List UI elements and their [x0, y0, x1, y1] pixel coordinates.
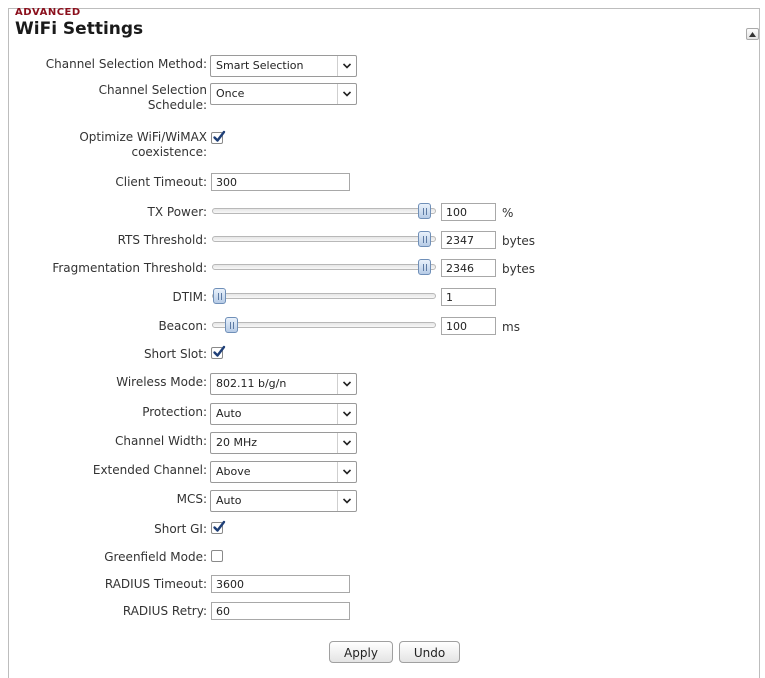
optimize-coexistence-label-line1: Optimize WiFi/WiMAX [79, 130, 207, 144]
extended-channel-value: Above [216, 465, 251, 478]
tx-power-slider-track[interactable] [212, 208, 436, 214]
chevron-down-icon [337, 433, 356, 453]
beacon-slider-thumb[interactable] [225, 317, 238, 333]
row-fragmentation-threshold: Fragmentation Threshold: bytes [0, 259, 765, 281]
row-channel-width: Channel Width: 20 MHz [0, 432, 765, 454]
row-buttons: Apply Undo [0, 641, 765, 663]
chevron-down-icon [337, 462, 356, 482]
wireless-mode-select[interactable]: 802.11 b/g/n [210, 373, 357, 395]
row-short-slot: Short Slot: [0, 345, 765, 367]
wireless-mode-label: Wireless Mode: [116, 375, 207, 389]
greenfield-mode-checkbox[interactable] [211, 550, 223, 562]
section-label: ADVANCED [15, 7, 81, 18]
chevron-down-icon [337, 491, 356, 511]
extended-channel-label: Extended Channel: [92, 463, 207, 477]
beacon-label: Beacon: [158, 319, 207, 333]
row-protection: Protection: Auto [0, 403, 765, 425]
rts-threshold-label: RTS Threshold: [117, 233, 207, 247]
undo-button[interactable]: Undo [399, 641, 460, 663]
client-timeout-input[interactable] [211, 173, 350, 191]
dtim-slider-track[interactable] [212, 293, 436, 299]
chevron-down-icon [337, 404, 356, 424]
beacon-unit: ms [502, 320, 520, 334]
radius-retry-input[interactable] [211, 602, 350, 620]
row-short-gi: Short GI: [0, 520, 765, 542]
client-timeout-label: Client Timeout: [115, 175, 207, 189]
row-dtim: DTIM: [0, 288, 765, 310]
extended-channel-select[interactable]: Above [210, 461, 357, 483]
checkmark-icon [213, 345, 226, 357]
beacon-input[interactable] [441, 317, 496, 335]
tx-power-slider-thumb[interactable] [418, 203, 431, 219]
radius-retry-label: RADIUS Retry: [122, 604, 207, 618]
row-optimize-coexistence: Optimize WiFi/WiMAX coexistence: [0, 130, 765, 164]
rts-threshold-unit: bytes [502, 234, 536, 248]
channel-selection-method-label: Channel Selection Method: [45, 57, 207, 71]
row-beacon: Beacon: ms [0, 317, 765, 339]
protection-label: Protection: [142, 405, 207, 419]
collapse-button[interactable] [746, 28, 759, 40]
collapse-up-icon [749, 31, 756, 37]
channel-selection-schedule-select[interactable]: Once [210, 83, 357, 105]
channel-width-label: Channel Width: [115, 434, 207, 448]
rts-threshold-slider-track[interactable] [212, 236, 436, 242]
fragmentation-threshold-unit: bytes [502, 262, 536, 276]
protection-value: Auto [216, 407, 242, 420]
short-gi-checkbox[interactable] [211, 520, 226, 534]
channel-selection-schedule-label: Channel Selection Schedule: [99, 83, 207, 113]
dtim-input[interactable] [441, 288, 496, 306]
fragmentation-threshold-slider-track[interactable] [212, 264, 436, 270]
mcs-label: MCS: [176, 492, 207, 506]
channel-selection-method-value: Smart Selection [216, 59, 304, 72]
apply-button[interactable]: Apply [329, 641, 393, 663]
mcs-select[interactable]: Auto [210, 490, 357, 512]
channel-width-value: 20 MHz [216, 436, 258, 449]
dtim-label: DTIM: [172, 290, 207, 304]
row-channel-selection-schedule: Channel Selection Schedule: Once [0, 83, 765, 117]
mcs-value: Auto [216, 494, 242, 507]
channel-selection-schedule-value: Once [216, 87, 245, 100]
tx-power-label: TX Power: [147, 205, 207, 219]
chevron-down-icon [337, 374, 356, 394]
wireless-mode-value: 802.11 b/g/n [216, 377, 287, 390]
greenfield-mode-label: Greenfield Mode: [104, 550, 207, 564]
chevron-down-icon [337, 84, 356, 104]
channel-selection-schedule-label-line2: Schedule: [147, 98, 207, 112]
beacon-slider-track[interactable] [212, 322, 436, 328]
fragmentation-threshold-slider-thumb[interactable] [418, 259, 431, 275]
row-client-timeout: Client Timeout: [0, 173, 765, 195]
row-tx-power: TX Power: % [0, 203, 765, 225]
radius-timeout-label: RADIUS Timeout: [104, 577, 207, 591]
row-rts-threshold: RTS Threshold: bytes [0, 231, 765, 253]
optimize-coexistence-label: Optimize WiFi/WiMAX coexistence: [79, 130, 207, 160]
optimize-coexistence-checkbox[interactable] [211, 130, 226, 144]
protection-select[interactable]: Auto [210, 403, 357, 425]
short-slot-label: Short Slot: [143, 347, 207, 361]
row-greenfield-mode: Greenfield Mode: [0, 548, 765, 570]
radius-timeout-input[interactable] [211, 575, 350, 593]
tx-power-input[interactable] [441, 203, 496, 221]
chevron-down-icon [337, 56, 356, 76]
dtim-slider-thumb[interactable] [213, 288, 226, 304]
row-extended-channel: Extended Channel: Above [0, 461, 765, 483]
tx-power-unit: % [502, 206, 514, 220]
rts-threshold-slider-thumb[interactable] [418, 231, 431, 247]
fragmentation-threshold-label: Fragmentation Threshold: [52, 261, 207, 275]
page-title: WiFi Settings [15, 19, 144, 39]
channel-width-select[interactable]: 20 MHz [210, 432, 357, 454]
row-mcs: MCS: Auto [0, 490, 765, 512]
checkmark-icon [213, 520, 226, 532]
row-radius-retry: RADIUS Retry: [0, 602, 765, 624]
checkmark-icon [213, 130, 226, 142]
short-slot-checkbox[interactable] [211, 345, 226, 359]
row-wireless-mode: Wireless Mode: 802.11 b/g/n [0, 373, 765, 395]
fragmentation-threshold-input[interactable] [441, 259, 496, 277]
channel-selection-schedule-label-line1: Channel Selection [98, 83, 207, 97]
channel-selection-method-select[interactable]: Smart Selection [210, 55, 357, 77]
optimize-coexistence-label-line2: coexistence: [131, 145, 207, 159]
row-radius-timeout: RADIUS Timeout: [0, 575, 765, 597]
rts-threshold-input[interactable] [441, 231, 496, 249]
short-gi-label: Short GI: [154, 522, 207, 536]
row-channel-selection-method: Channel Selection Method: Smart Selectio… [0, 55, 765, 77]
